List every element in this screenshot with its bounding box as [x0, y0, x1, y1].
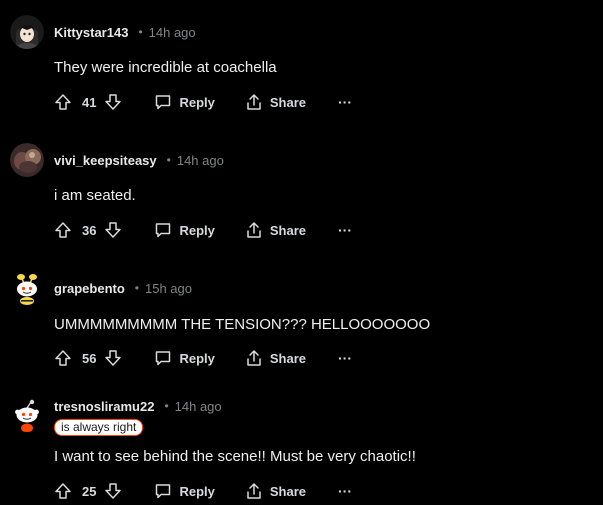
downvote-icon[interactable]: [104, 221, 122, 239]
comment-actions: 25 Reply Share ···: [54, 479, 352, 503]
vote-control: 25: [54, 482, 122, 500]
share-button[interactable]: Share: [245, 221, 306, 239]
snoo-icon: [10, 398, 44, 432]
comment-actions: 36 Reply Share ···: [54, 218, 352, 242]
upvote-icon[interactable]: [54, 482, 72, 500]
share-button[interactable]: Share: [245, 349, 306, 367]
downvote-icon[interactable]: [104, 482, 122, 500]
share-icon: [247, 94, 261, 110]
share-label: Share: [269, 483, 307, 499]
timestamp[interactable]: 14h ago: [175, 399, 222, 414]
avatar-dark-hair-icon: [10, 15, 44, 49]
share-label: Share: [269, 350, 307, 366]
comment-actions: 41 Reply Share ···: [54, 90, 352, 114]
separator-dot: •: [134, 281, 139, 295]
share-icon: [247, 483, 261, 499]
avatar[interactable]: [10, 15, 44, 49]
upvote-icon[interactable]: [54, 349, 72, 367]
comment-body: I want to see behind the scene!! Must be…: [54, 448, 416, 465]
timestamp[interactable]: 14h ago: [149, 25, 196, 40]
reply-button[interactable]: Reply: [154, 482, 215, 500]
share-button[interactable]: Share: [245, 482, 306, 500]
username[interactable]: vivi_keepsiteasy: [54, 153, 157, 168]
vote-score: 36: [82, 222, 97, 238]
reply-label: Reply: [179, 483, 215, 499]
vote-control: 41: [54, 93, 122, 111]
timestamp[interactable]: 15h ago: [145, 281, 192, 296]
user-flair-badge: is always right: [54, 419, 144, 436]
comment-bubble-icon: [156, 223, 171, 238]
vote-control: 36: [54, 221, 122, 239]
username[interactable]: tresnosliramu22: [54, 399, 154, 414]
comment-actions: 56 Reply Share ···: [54, 346, 352, 370]
username[interactable]: grapebento: [54, 281, 125, 296]
more-options-button[interactable]: ···: [338, 483, 352, 499]
comment-body: i am seated.: [54, 187, 136, 204]
avatar[interactable]: [10, 271, 44, 305]
snoo-bee-icon: [10, 271, 44, 305]
vote-control: 56: [54, 349, 122, 367]
comment-header: vivi_keepsiteasy • 14h ago: [54, 153, 224, 168]
share-icon: [247, 222, 261, 238]
comment-header: grapebento • 15h ago: [54, 281, 192, 296]
vote-score: 41: [82, 94, 97, 110]
comment-bubble-icon: [156, 351, 171, 366]
vote-score: 25: [82, 483, 97, 499]
reply-button[interactable]: Reply: [154, 349, 215, 367]
separator-dot: •: [138, 25, 143, 39]
upvote-icon[interactable]: [54, 221, 72, 239]
separator-dot: •: [166, 153, 171, 167]
comment-header: tresnosliramu22 • 14h ago: [54, 399, 222, 414]
downvote-icon[interactable]: [104, 349, 122, 367]
reply-button[interactable]: Reply: [154, 93, 215, 111]
reply-label: Reply: [179, 222, 215, 238]
upvote-icon[interactable]: [54, 93, 72, 111]
more-options-button[interactable]: ···: [338, 350, 352, 366]
username[interactable]: Kittystar143: [54, 25, 128, 40]
comment-body: UMMMMMMMMM THE TENSION??? HELLOOOOOOO: [54, 316, 431, 333]
avatar-photo-icon: [10, 143, 44, 177]
comment-body: They were incredible at coachella: [54, 59, 277, 76]
vote-score: 56: [82, 350, 97, 366]
more-options-button[interactable]: ···: [338, 222, 352, 238]
share-label: Share: [269, 94, 307, 110]
reply-label: Reply: [179, 350, 215, 366]
avatar[interactable]: [10, 398, 44, 432]
share-icon: [247, 350, 261, 366]
more-options-button[interactable]: ···: [338, 94, 352, 110]
share-button[interactable]: Share: [245, 93, 306, 111]
share-label: Share: [269, 222, 307, 238]
reply-button[interactable]: Reply: [154, 221, 215, 239]
downvote-icon[interactable]: [104, 93, 122, 111]
reply-label: Reply: [179, 94, 215, 110]
comment-header: Kittystar143 • 14h ago: [54, 25, 196, 40]
comment-bubble-icon: [156, 95, 171, 110]
separator-dot: •: [164, 399, 169, 413]
avatar[interactable]: [10, 143, 44, 177]
comment-bubble-icon: [156, 484, 171, 499]
timestamp[interactable]: 14h ago: [177, 153, 224, 168]
